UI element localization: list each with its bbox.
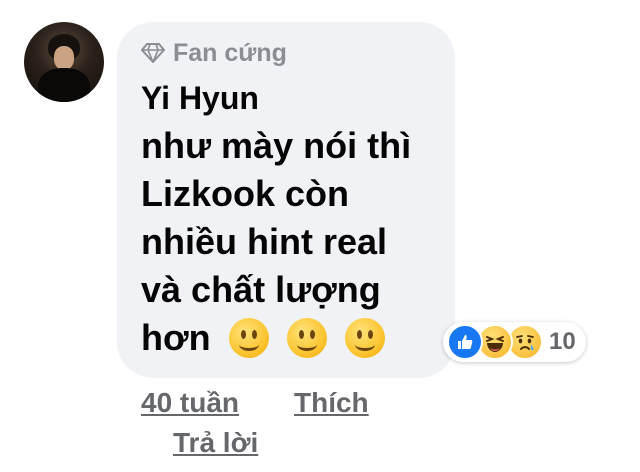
comment-last-line: hơn: [141, 314, 451, 362]
fan-badge[interactable]: Fan cứng: [141, 38, 287, 68]
comment-line: như mày nói thì: [141, 125, 412, 166]
slightly-smiling-face-icon: [286, 318, 327, 358]
avatar-body: [38, 68, 90, 102]
like-icon: [447, 324, 483, 360]
like-button[interactable]: Thích: [294, 386, 369, 420]
slightly-smiling-face-icon: [228, 318, 269, 358]
comment-line: và chất lượng: [141, 269, 381, 310]
reactions-summary[interactable]: 10: [443, 322, 586, 362]
reaction-count: 10: [549, 328, 576, 355]
diamond-icon: [141, 42, 165, 64]
reply-button[interactable]: Trả lời: [173, 426, 258, 460]
comment-line: hơn: [141, 317, 211, 358]
avatar[interactable]: [24, 22, 104, 102]
comment-text: như mày nói thì Lizkook còn nhiều hint r…: [141, 122, 451, 362]
comment-line: Lizkook còn: [141, 173, 350, 214]
comment-line: nhiều hint real: [141, 221, 388, 262]
comment-author[interactable]: Yi Hyun: [141, 78, 259, 118]
slightly-smiling-face-icon: [344, 318, 385, 358]
avatar-face: [54, 46, 74, 70]
timestamp-link[interactable]: 40 tuần: [141, 386, 239, 420]
badge-label: Fan cứng: [173, 39, 287, 67]
